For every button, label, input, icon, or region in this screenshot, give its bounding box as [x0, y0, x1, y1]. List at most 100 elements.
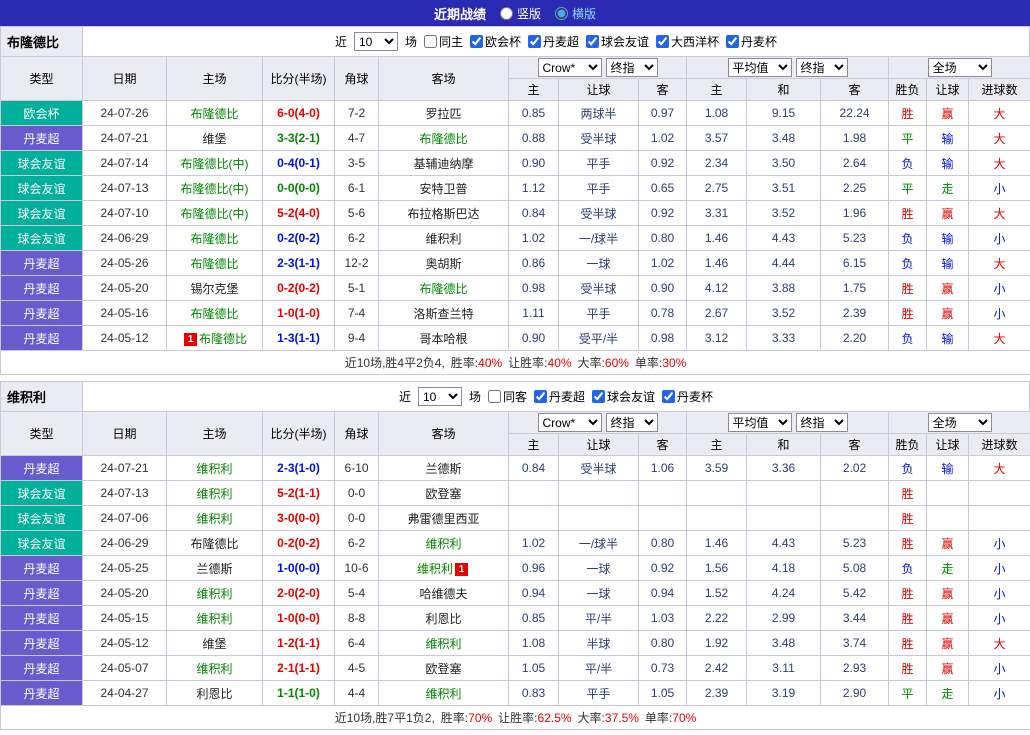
sub-column-header: 客 [820, 433, 890, 456]
footer-stat: 大率:37.5% [577, 711, 639, 725]
score-cell: 3-0(0-0) [262, 505, 335, 531]
away-team-name: 布隆德比 [419, 131, 468, 146]
odds-cell: 0.84 [508, 455, 559, 481]
same-venue-checkbox[interactable] [423, 35, 437, 48]
away-team-cell: 罗拉匹 [378, 100, 509, 126]
result-cell: 胜 [888, 530, 928, 556]
odds-cell: 1.56 [686, 555, 748, 581]
odds-cell: 0.80 [637, 530, 688, 556]
home-team-cell: 布隆德比 [166, 300, 263, 326]
odds-cell: 0.65 [637, 175, 688, 201]
away-team-name: 弗雷德里西亚 [407, 511, 480, 526]
match-date: 24-07-13 [82, 175, 167, 201]
result-cell: 大 [968, 325, 1030, 351]
corner-cell: 7-4 [334, 300, 379, 326]
sub-column-header: 主 [508, 433, 559, 456]
league-checkbox[interactable] [662, 390, 676, 403]
league-filter[interactable]: 丹麦超 [534, 388, 585, 405]
odds-cell: 一球 [558, 555, 639, 581]
recent-count-select[interactable]: 10 [353, 32, 398, 51]
league-checkbox[interactable] [656, 35, 670, 48]
league-type-cell: 球会友谊 [0, 225, 83, 251]
layout-option-horizontal[interactable]: 横版 [555, 5, 596, 22]
corner-cell: 6-4 [334, 630, 379, 656]
odds-cell: 1.06 [637, 455, 688, 481]
home-team-cell: 维堡 [166, 630, 263, 656]
league-filter[interactable]: 球会友谊 [592, 388, 655, 405]
odds-cell [686, 505, 748, 531]
league-filter[interactable]: 丹麦杯 [662, 388, 713, 405]
sub-column-header: 让球 [558, 78, 639, 101]
euro-odds-time-select[interactable]: 终指 [795, 58, 848, 77]
league-filter-label: 丹麦超 [543, 35, 580, 49]
match-row: 球会友谊 24-06-29 布隆德比 0-2(0-2) 6-2 维积利 1.02… [0, 530, 1030, 556]
league-type-cell: 球会友谊 [0, 505, 83, 531]
home-team-name: 布隆德比(中) [180, 181, 249, 196]
asian-odds-time-select[interactable]: 终指 [605, 58, 658, 77]
away-team-name: 欧登塞 [425, 486, 462, 501]
horizontal-layout-radio[interactable] [555, 6, 568, 20]
league-checkbox[interactable] [726, 35, 740, 48]
result-cell: 胜 [888, 605, 928, 631]
odds-cell: 3.11 [746, 655, 822, 681]
match-scope-select[interactable]: 全场 [927, 413, 992, 432]
footer-stat: 单率:30% [634, 356, 687, 370]
euro-odds-time-select[interactable]: 终指 [795, 413, 848, 432]
bookmaker-select[interactable]: Crow* [537, 58, 602, 77]
league-filter[interactable]: 丹麦超 [528, 33, 579, 50]
away-team-cell: 洛斯查兰特 [378, 300, 509, 326]
league-filter[interactable]: 丹麦杯 [726, 33, 777, 50]
league-checkbox[interactable] [592, 390, 606, 403]
league-filter[interactable]: 欧会杯 [469, 33, 521, 50]
summary-cell: 近10场,胜7平1负2, 胜率:70% 让胜率:62.5% 大率:37.5% 单率:70… [0, 705, 1030, 730]
league-filter[interactable]: 大西洋杯 [656, 33, 719, 50]
bookmaker-select[interactable]: Crow* [537, 413, 602, 432]
away-team-cell: 弗雷德里西亚 [378, 505, 509, 531]
league-checkbox[interactable] [528, 35, 541, 48]
league-type-cell: 丹麦超 [0, 680, 83, 706]
odds-cell: 0.80 [637, 225, 688, 251]
odds-cell: 3.88 [746, 275, 822, 301]
vertical-layout-radio[interactable] [499, 6, 513, 20]
match-scope-select[interactable]: 全场 [927, 58, 992, 77]
result-cell: 负 [888, 225, 928, 251]
layout-option-vertical[interactable]: 竖版 [499, 5, 541, 22]
odds-cell: 5.23 [820, 530, 890, 556]
odds-cell: 0.90 [508, 150, 559, 176]
result-cell [968, 505, 1030, 531]
away-team-cell: 奥胡斯 [378, 250, 509, 276]
result-cell: 赢 [926, 530, 970, 556]
odds-cell: 2.25 [820, 175, 890, 201]
average-odds-select[interactable]: 平均值 [727, 58, 792, 77]
filter-controls: 近 10 场 同主 欧会杯 丹麦超 球会友谊 大西洋杯 丹麦杯 [83, 27, 1029, 56]
sub-column-header: 主 [686, 78, 748, 101]
same-venue-filter[interactable]: 同主 [423, 33, 463, 50]
asian-odds-time-select[interactable]: 终指 [605, 413, 658, 432]
league-filter[interactable]: 球会友谊 [586, 33, 649, 50]
same-venue-filter[interactable]: 同客 [487, 388, 527, 405]
recent-count-select[interactable]: 10 [417, 387, 462, 406]
home-team-name: 布隆德比 [190, 231, 239, 246]
league-checkbox[interactable] [469, 35, 483, 48]
result-cell: 负 [888, 455, 928, 481]
match-date: 24-04-27 [82, 680, 167, 706]
same-venue-checkbox[interactable] [487, 390, 501, 403]
match-row: 丹麦超 24-05-07 维积利 2-1(1-1) 4-5 欧登塞 1.05 平/… [0, 655, 1030, 681]
league-checkbox[interactable] [534, 390, 547, 403]
results-table: 类型 日期 主场 比分(半场) 角球 客场 Crow* 终指 平均值 终指 全场 主让球客主和… [0, 56, 1030, 375]
odds-cell: 2.42 [686, 655, 748, 681]
result-cell: 平 [888, 680, 928, 706]
match-date: 24-06-29 [82, 225, 167, 251]
odds-cell: 平/半 [558, 655, 639, 681]
average-odds-select[interactable]: 平均值 [727, 413, 792, 432]
league-checkbox[interactable] [586, 35, 600, 48]
summary-text: 近10场,胜4平2负4, [344, 356, 445, 370]
odds-cell: 4.24 [746, 580, 822, 606]
league-filter-label: 丹麦杯 [741, 35, 778, 49]
league-filter-label: 丹麦杯 [677, 390, 714, 404]
odds-cell: 0.90 [508, 325, 559, 351]
result-cell: 大 [968, 125, 1030, 151]
odds-cell: 2.67 [686, 300, 748, 326]
result-cell: 负 [888, 555, 928, 581]
result-cell: 胜 [888, 100, 928, 126]
